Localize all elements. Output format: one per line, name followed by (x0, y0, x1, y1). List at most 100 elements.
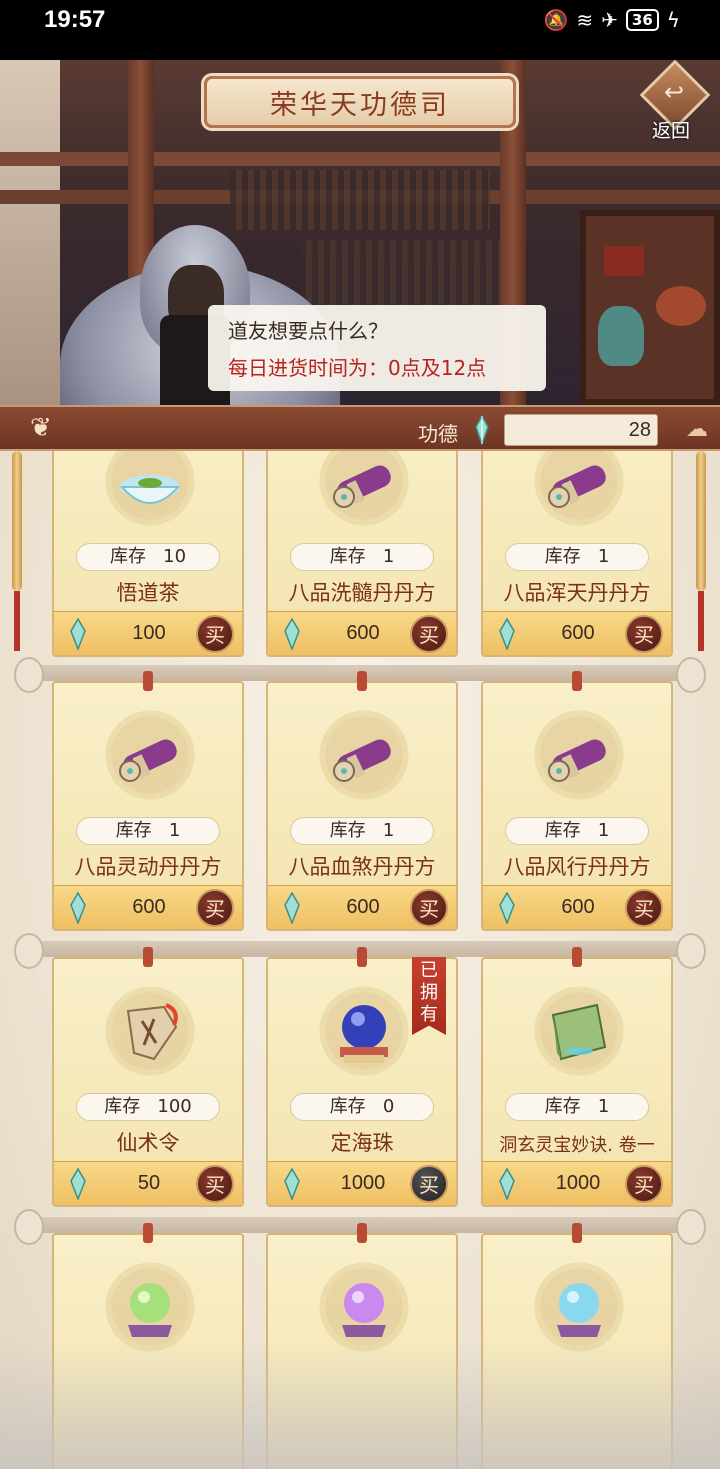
vase-icon (598, 306, 644, 366)
stock-count: 库存 10 (76, 543, 220, 571)
item-price: 600 (561, 622, 595, 644)
green-orb-icon (128, 1283, 172, 1337)
price-row: 600 买 (483, 611, 671, 655)
restock-time-text: 每日进货时间为：0点及12点 (228, 356, 487, 380)
buy-button[interactable]: 买 (410, 615, 448, 653)
buy-button[interactable]: 买 (625, 1165, 663, 1203)
stock-count: 库存 1 (290, 543, 434, 571)
recipe-scroll-icon (333, 465, 391, 508)
item-name: 悟道茶 (116, 581, 180, 605)
item-price: 600 (561, 896, 595, 918)
display-shelf (580, 210, 720, 405)
stock-count: 库存 100 (76, 1093, 220, 1121)
stock-count: 库存 0 (290, 1093, 434, 1121)
buy-button[interactable]: 买 (196, 889, 234, 927)
stock-count: 库存 1 (76, 817, 220, 845)
buy-button[interactable]: 买 (410, 889, 448, 927)
merit-crystal-icon (499, 1168, 515, 1200)
charging-icon: ϟ (666, 8, 680, 32)
price-row: 1000 买 (268, 1161, 456, 1205)
price-row: 600 买 (483, 885, 671, 929)
merit-crystal-icon (499, 892, 515, 924)
wifi-icon: ≋ (576, 8, 594, 32)
merit-crystal-icon (284, 892, 300, 924)
item-name: 八品浑天丹丹方 (503, 581, 651, 605)
recipe-scroll-icon (333, 739, 391, 782)
price-row: 600 买 (268, 611, 456, 655)
merit-label: 功德 (418, 422, 458, 446)
item-name: 八品血煞丹丹方 (288, 855, 436, 879)
price-row: 600 买 (54, 885, 242, 929)
item-price: 600 (132, 896, 166, 918)
buy-button[interactable]: 买 (196, 1165, 234, 1203)
item-name: 八品风行丹丹方 (503, 855, 651, 879)
stock-count: 库存 1 (505, 543, 649, 571)
item-name: 八品洗髓丹丹方 (288, 581, 436, 605)
buy-button[interactable]: 买 (410, 1165, 448, 1203)
shop-item-card[interactable]: 库存 10 悟道茶 100 买 (52, 451, 244, 657)
shop-item-card[interactable]: 库存 1 八品灵动丹丹方 600 买 (52, 671, 244, 931)
shop-item-card[interactable]: 已拥有 库存 0 定海珠 1000 买 (266, 947, 458, 1207)
npc-speech-bubble: 道友想要点什么？ 每日进货时间为：0点及12点 (208, 305, 546, 391)
battery-indicator: 36 (625, 9, 659, 31)
shop-item-card[interactable]: 库存 100 仙术令 50 买 (52, 947, 244, 1207)
merit-crystal-icon (284, 1168, 300, 1200)
status-icons: 🔕 ≋ ✈ 36 ϟ (543, 8, 680, 32)
return-arrow-icon: ↩ (664, 78, 685, 106)
price-row: 100 买 (54, 611, 242, 655)
item-price: 1000 (340, 1172, 386, 1194)
merit-bar: ❦ 功德 28 ☁ (0, 405, 720, 451)
item-price: 50 (137, 1172, 161, 1194)
recipe-scroll-icon (548, 465, 606, 508)
right-scroll-ornament (692, 451, 712, 651)
mute-icon: 🔕 (543, 8, 569, 32)
merit-crystal-icon (70, 892, 86, 924)
merit-value: 28 (504, 414, 658, 446)
price-row: 1000 买 (483, 1161, 671, 1205)
airplane-icon: ✈ (601, 8, 618, 32)
crystal-orb-icon (340, 1005, 388, 1063)
book-icon (551, 1003, 607, 1061)
tea-bowl-icon (119, 475, 181, 504)
item-name: 定海珠 (330, 1131, 394, 1155)
stock-count: 库存 1 (505, 1093, 649, 1121)
cloud-ornament-icon: ☁ (686, 417, 708, 442)
merit-crystal-icon (499, 618, 515, 650)
item-price: 600 (346, 622, 380, 644)
shop-item-card[interactable]: 库存 1 八品浑天丹丹方 600 买 (481, 451, 673, 657)
status-time: 19:57 (44, 6, 106, 33)
shop-item-card[interactable]: 库存 1 八品血煞丹丹方 600 买 (266, 671, 458, 931)
shop-item-grid[interactable]: 库存 10 悟道茶 100 买 库存 1 八品洗髓丹丹方 600 买 库存 1 … (0, 451, 720, 1469)
stock-count: 库存 1 (505, 817, 649, 845)
crane-ornament-icon: ❦ (30, 413, 52, 443)
left-scroll-ornament (8, 451, 28, 651)
item-name: 仙术令 (116, 1131, 180, 1155)
shop-item-card[interactable]: 库存 1 洞玄灵宝妙诀. 卷一 1000 买 (481, 947, 673, 1207)
item-price: 1000 (555, 1172, 601, 1194)
buy-button[interactable]: 买 (625, 889, 663, 927)
npc-greeting: 道友想要点什么？ (228, 319, 388, 343)
status-bar: 19:57 🔕 ≋ ✈ 36 ϟ (0, 0, 720, 60)
stock-count: 库存 1 (290, 817, 434, 845)
buy-button[interactable]: 买 (196, 615, 234, 653)
item-name: 八品灵动丹丹方 (74, 855, 222, 879)
item-price: 600 (346, 896, 380, 918)
merit-crystal-icon (284, 618, 300, 650)
buy-button[interactable]: 买 (625, 615, 663, 653)
owned-tag: 已拥有 (412, 957, 446, 1035)
bottom-fog (0, 1339, 720, 1469)
roof-beam (0, 152, 720, 166)
price-row: 600 买 (268, 885, 456, 929)
item-price: 100 (132, 622, 166, 644)
token-icon (126, 1003, 178, 1061)
purple-orb-icon (342, 1283, 386, 1337)
merit-crystal-icon (70, 618, 86, 650)
merit-crystal-icon (473, 414, 491, 449)
window-lattice (230, 170, 490, 230)
recipe-scroll-icon (119, 739, 177, 782)
shop-item-card[interactable]: 库存 1 八品洗髓丹丹方 600 买 (266, 451, 458, 657)
return-button[interactable]: ↩ 返回 (639, 59, 711, 142)
shop-item-card[interactable]: 库存 1 八品风行丹丹方 600 买 (481, 671, 673, 931)
shop-title-plaque: 荣华天功德司 (204, 76, 516, 128)
recipe-scroll-icon (548, 739, 606, 782)
